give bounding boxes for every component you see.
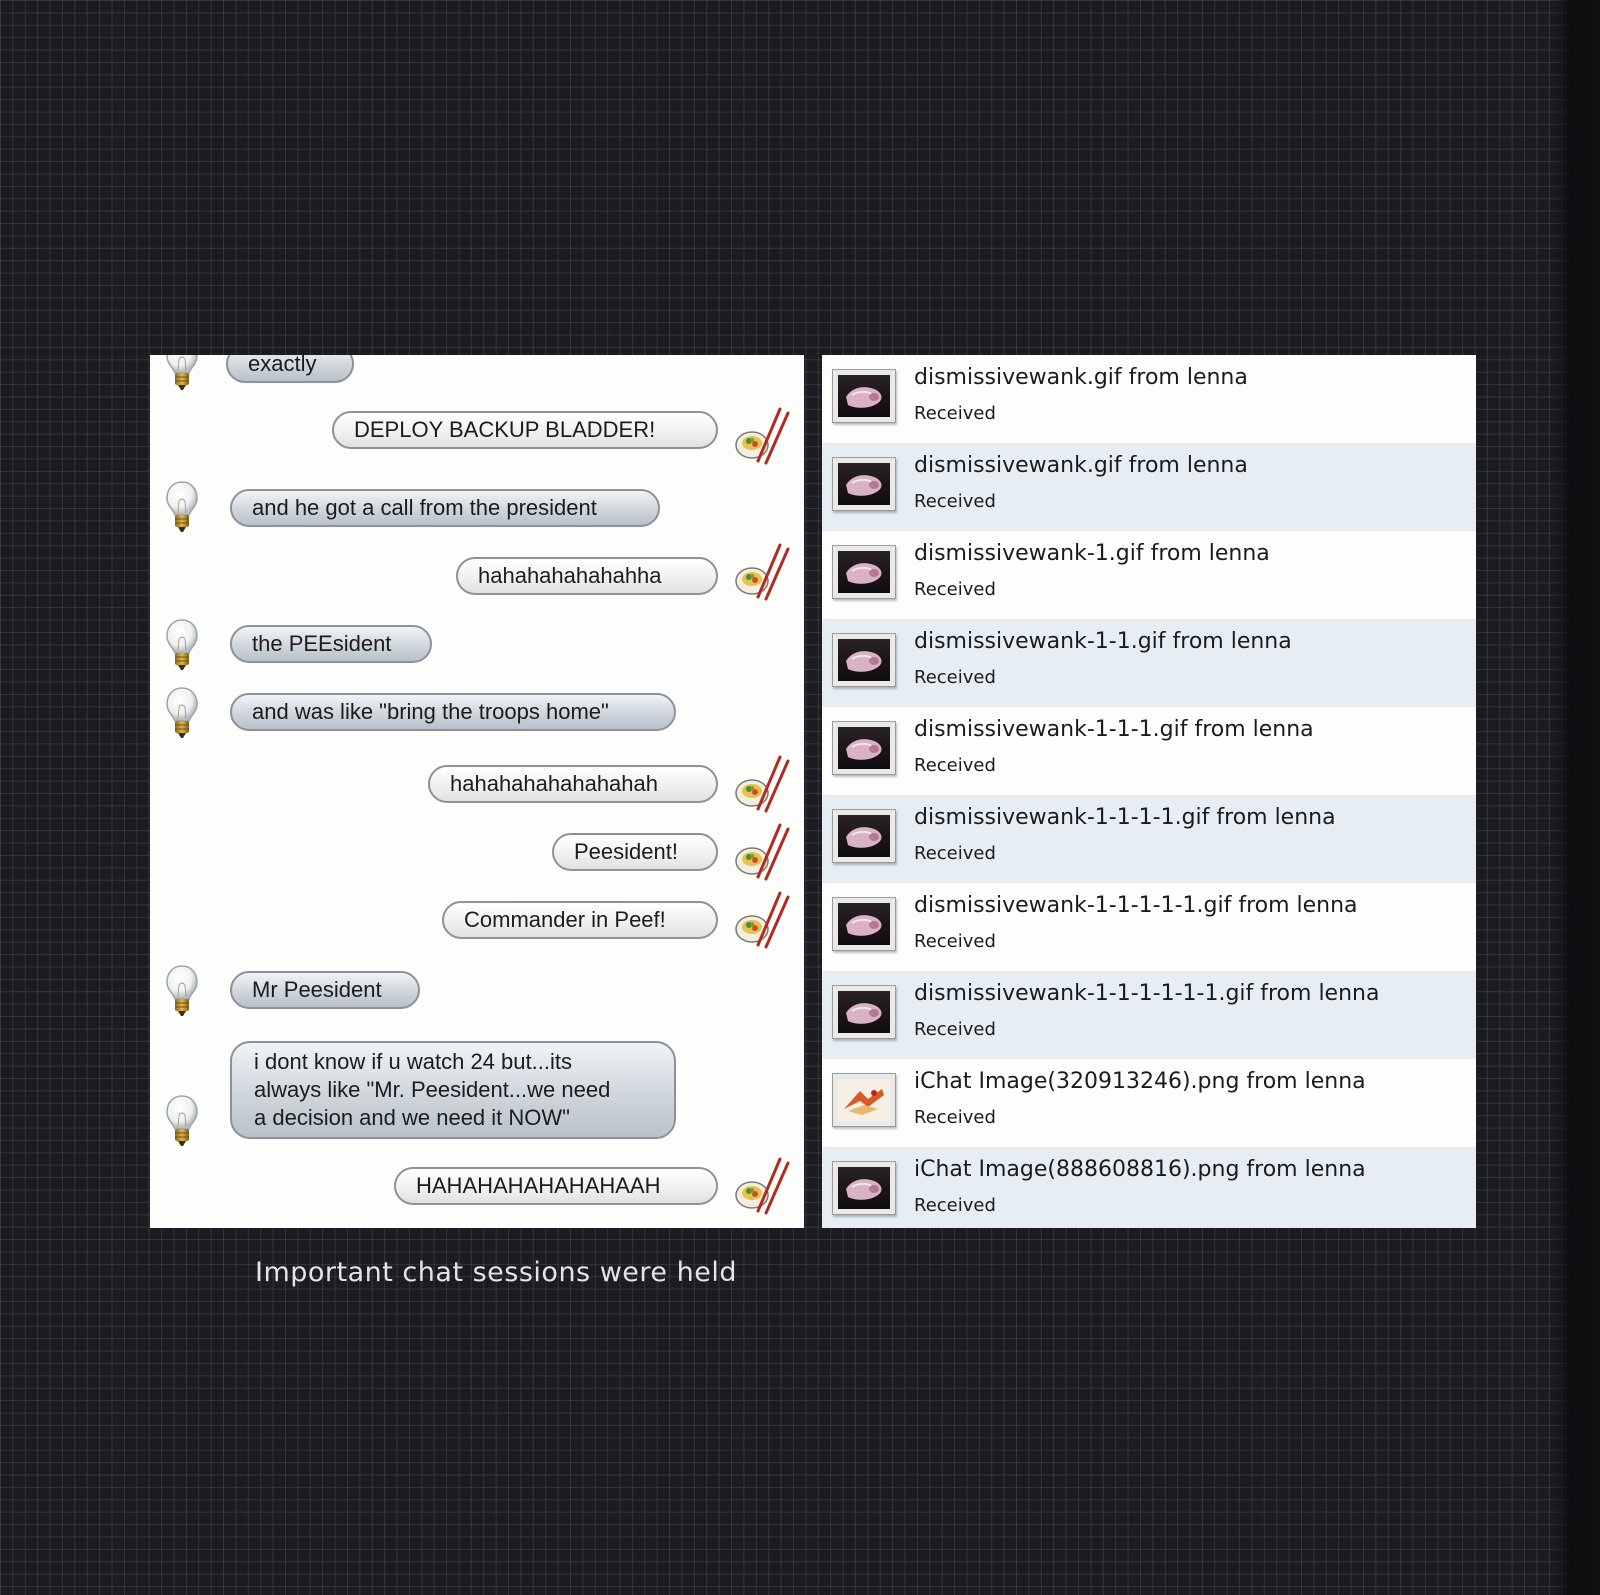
sushi-chopsticks-icon [728,1155,790,1217]
file-status: Received [914,579,996,600]
chat-bubble-outgoing: hahahahahahahahah [428,765,718,803]
lightbulb-icon [164,617,200,673]
chat-bubble-incoming: and he got a call from the president [230,489,660,527]
gif-thumbnail-icon [832,369,896,423]
file-name: dismissivewank-1-1-1-1-1-1.gif from lenn… [914,981,1380,1006]
chat-bubble-incoming: the PEEsident [230,625,432,663]
message-text: Peesident! [574,839,678,864]
file-status: Received [914,1195,996,1216]
gif-thumbnail-icon [832,897,896,951]
file-name: dismissivewank.gif from lenna [914,365,1248,390]
lightbulb-icon [164,963,200,1019]
chat-bubble-outgoing: Commander in Peef! [442,901,718,939]
lightbulb-icon [164,479,200,535]
message-text: hahahahahahahha [478,563,662,588]
message-line: always like "Mr. Peesident...we need [254,1077,611,1102]
file-transfer-row[interactable]: dismissivewank-1-1-1-1-1-1.gif from lenn… [822,971,1476,1059]
chat-bubble-incoming: i dont know if u watch 24 but...its alwa… [230,1041,676,1139]
file-status: Received [914,1019,996,1040]
gif-thumbnail-icon [832,633,896,687]
sushi-chopsticks-icon [728,541,790,603]
caption: Important chat sessions were held [255,1257,737,1288]
lightbulb-icon [164,1093,200,1149]
file-name: dismissivewank.gif from lenna [914,453,1248,478]
gif-thumbnail-icon [832,1161,896,1215]
chat-bubble-incoming: Mr Peesident [230,971,420,1009]
file-name: iChat Image(320913246).png from lenna [914,1069,1366,1094]
lightbulb-icon [164,355,200,393]
chat-bubble-outgoing: Peesident! [552,833,718,871]
message-text: Mr Peesident [252,977,382,1002]
file-transfer-row[interactable]: dismissivewank-1-1-1-1-1.gif from lenna … [822,883,1476,971]
file-status: Received [914,403,996,424]
chat-bubble-outgoing: hahahahahahahha [456,557,718,595]
sushi-chopsticks-icon [728,889,790,951]
gif-thumbnail-icon [832,457,896,511]
file-name: iChat Image(888608816).png from lenna [914,1157,1366,1182]
file-name: dismissivewank-1-1-1-1.gif from lenna [914,805,1336,830]
message-text: and he got a call from the president [252,495,597,520]
chat-bubble-outgoing: HAHAHAHAHAHAHAAH [394,1167,718,1205]
page-edge [1552,0,1600,1595]
file-name: dismissivewank-1-1.gif from lenna [914,629,1292,654]
file-name: dismissivewank-1-1-1-1-1.gif from lenna [914,893,1358,918]
message-text: Commander in Peef! [464,907,666,932]
file-transfer-row[interactable]: dismissivewank-1.gif from lenna Received [822,531,1476,619]
file-status: Received [914,491,996,512]
chat-bubble-outgoing: DEPLOY BACKUP BLADDER! [332,411,718,449]
chat-transcript-panel[interactable]: exactly DEPLOY BACKUP BLADDER! and he go… [150,355,804,1228]
message-text: the PEEsident [252,631,392,656]
file-transfers-panel[interactable]: dismissivewank.gif from lenna Received d… [822,355,1476,1228]
file-status: Received [914,1107,996,1128]
file-transfer-row[interactable]: dismissivewank.gif from lenna Received [822,443,1476,531]
message-line: a decision and we need it NOW" [254,1105,570,1130]
gif-thumbnail-icon [832,809,896,863]
file-status: Received [914,843,996,864]
file-status: Received [914,667,996,688]
message-text: HAHAHAHAHAHAHAAH [416,1173,661,1198]
chat-bubble-incoming: exactly [226,355,354,383]
file-name: dismissivewank-1.gif from lenna [914,541,1270,566]
gif-thumbnail-icon [832,545,896,599]
chat-bubble-incoming: and was like "bring the troops home" [230,693,676,731]
gif-thumbnail-icon [832,985,896,1039]
file-status: Received [914,755,996,776]
file-name: dismissivewank-1-1-1.gif from lenna [914,717,1314,742]
sushi-chopsticks-icon [728,405,790,467]
file-transfer-row[interactable]: dismissivewank-1-1.gif from lenna Receiv… [822,619,1476,707]
file-transfer-row[interactable]: iChat Image(888608816).png from lenna Re… [822,1147,1476,1228]
file-transfer-row[interactable]: iChat Image(320913246).png from lenna Re… [822,1059,1476,1147]
message-text: exactly [248,355,317,376]
lightbulb-icon [164,685,200,741]
file-transfer-row[interactable]: dismissivewank-1-1-1.gif from lenna Rece… [822,707,1476,795]
file-transfer-row[interactable]: dismissivewank.gif from lenna Received [822,355,1476,443]
png-thumbnail-icon [832,1073,896,1127]
message-text: hahahahahahahahah [450,771,659,796]
sushi-chopsticks-icon [728,821,790,883]
message-line: i dont know if u watch 24 but...its [254,1049,572,1074]
message-text: DEPLOY BACKUP BLADDER! [354,417,656,442]
file-transfer-row[interactable]: dismissivewank-1-1-1-1.gif from lenna Re… [822,795,1476,883]
message-text: and was like "bring the troops home" [252,699,609,724]
gif-thumbnail-icon [832,721,896,775]
file-status: Received [914,931,996,952]
sushi-chopsticks-icon [728,753,790,815]
